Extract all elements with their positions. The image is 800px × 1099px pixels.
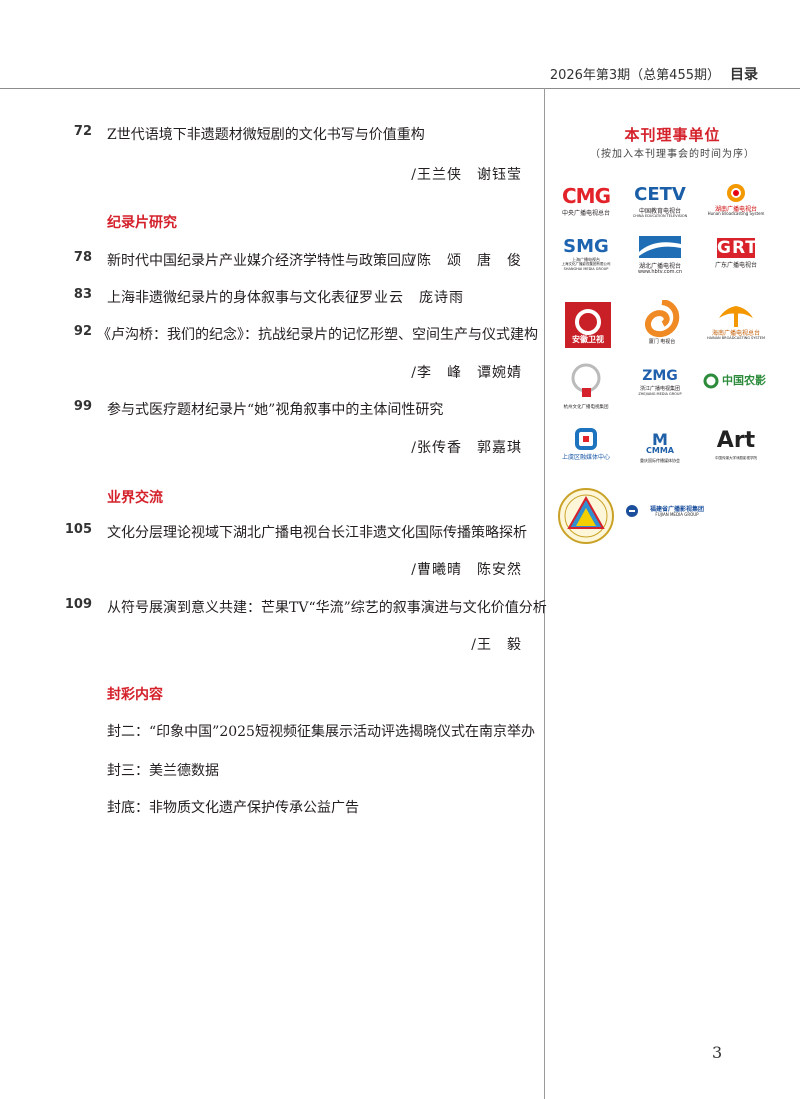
hubei-url: www.hbtv.com.cn: [637, 269, 683, 275]
swirl-icon: [645, 300, 680, 338]
fmg-icon: [626, 505, 638, 517]
entry-title: 上海非遗微纪录片的身体叙事与文化表征: [107, 290, 359, 306]
cmg-caption: 中央广播电视总台: [561, 210, 610, 217]
hunan-caption-en: Hunan Broadcasting System: [707, 211, 765, 216]
cetv-caption-en: CHINA EDUCATION TELEVISION: [632, 214, 688, 218]
entry-authors: /陈 颂 唐 俊: [411, 253, 522, 269]
entry-page: 83: [73, 287, 92, 302]
entry-title: 从符号展演到意义共建：芒果TV“华流”综艺的叙事演进与文化价值分析: [107, 600, 547, 616]
logo-smg: SMG 上海广播电视台 上海文化广播影视集团有限公司 SHANGHAI MEDI…: [555, 236, 617, 280]
toc-main: 72 Z世代语境下非遗题材微短剧的文化书写与价值重构 /王兰侠 谢钰莹 纪录片研…: [0, 0, 547, 1099]
cmma-caption: 重庆国际传播媒体协会: [640, 458, 680, 463]
shangyu-caption: 上虞区融媒体中心: [561, 454, 610, 461]
entry-title: 《卢沟桥：我们的纪念》：抗战纪录片的记忆形塑、空间生产与仪式建构: [97, 327, 538, 343]
entry-page: 72: [73, 124, 92, 139]
seal-emblem-icon: [558, 488, 614, 544]
entry-title: 新时代中国纪录片产业媒介经济学特性与政策回应: [107, 253, 415, 269]
logo-cetv: CETV 中国教育电视台 CHINA EDUCATION TELEVISION: [629, 184, 691, 228]
logo-xiamen: 厦门 电视台: [631, 300, 693, 348]
hangzhou-caption: 杭州文化广播电视集团: [563, 405, 609, 410]
entry-authors: /王 毅: [471, 637, 522, 653]
entry-authors: /张传香 郭嘉琪: [411, 440, 522, 456]
logo-cmg: CMG 中央广播电视总台: [555, 184, 617, 228]
header-text: 2026年第3期（总第455期） 目录: [550, 64, 758, 84]
entry-page: 78: [73, 250, 92, 265]
fmg-caption-en: FUJIAN MEDIA GROUP: [655, 512, 699, 517]
shangyu-icon: [575, 428, 597, 450]
logo-hangzhou: 杭州文化广播电视集团: [555, 360, 617, 416]
logo-shangyu: 上虞区融媒体中心: [555, 428, 617, 468]
cover-item-3: 封三：美兰德数据: [107, 763, 219, 779]
logo-anhui: 安徽卫视: [557, 302, 619, 348]
mango-icon: [727, 184, 745, 202]
art-caption: 中国传媒大学戏剧影视学院: [715, 456, 757, 460]
grt-caption: 广东广播电视台: [714, 262, 757, 269]
entry-page: 105: [64, 522, 92, 537]
logo-art: Art 中国传媒大学戏剧影视学院: [705, 428, 767, 472]
council-subtitle: （按加入本刊理事会的时间为序）: [590, 149, 755, 160]
logo-hunan: 湖南广播电视台 Hunan Broadcasting System: [705, 182, 767, 226]
palm-icon: [719, 306, 753, 327]
smg-mark: SMG: [563, 236, 609, 257]
anhui-caption: 安徽卫视: [572, 335, 604, 344]
logo-nongying: 中国农影: [703, 372, 771, 416]
entry-title: Z世代语境下非遗题材微短剧的文化书写与价值重构: [107, 127, 425, 143]
grt-mark: GRT: [717, 238, 758, 258]
logo-fmg: 福建省广播影视集团 FUJIAN MEDIA GROUP: [625, 502, 715, 546]
cover-item-2: 封二：“印象中国”2025短视频征集展示活动评选揭晓仪式在南京举办: [107, 724, 535, 740]
hangzhou-icon: [571, 363, 601, 397]
issue-label: 2026年第3期（总第455期）: [549, 68, 720, 83]
logo-cmma: M CMMA 重庆国际传播媒体协会: [629, 430, 691, 474]
cover-item-4: 封底：非物质文化遗产保护传承公益广告: [107, 800, 359, 816]
xiamen-caption: 厦门 电视台: [648, 339, 676, 345]
art-mark: Art: [716, 428, 756, 453]
hainan-caption-en: HAINAN BROADCASTING SYSTEM: [706, 336, 766, 340]
section-heading-cover: 封彩内容: [107, 687, 163, 703]
entry-page: 109: [64, 597, 92, 612]
entry-authors: /曹曦晴 陈安然: [411, 562, 522, 578]
section-label: 目录: [730, 67, 758, 83]
entry-page: 92: [73, 324, 92, 339]
logo-seal: [553, 486, 619, 546]
entry-authors: /罗业云 庞诗雨: [353, 290, 464, 306]
logo-zmg: ZMG 浙江广播电视集团 ZHEJIANG MEDIA GROUP: [629, 368, 691, 412]
logo-hainan: 海南广播电视总台 HAINAN BROADCASTING SYSTEM: [705, 302, 767, 348]
section-heading-documentary: 纪录片研究: [107, 215, 177, 231]
section-heading-industry: 业界交流: [107, 490, 163, 506]
zmg-caption: 浙江广播电视集团: [639, 386, 680, 392]
hubei-wave-icon: [639, 236, 681, 258]
cetv-mark: CETV: [634, 184, 686, 205]
logo-hubei: 湖北广播电视台 www.hbtv.com.cn: [629, 234, 691, 278]
cmma-mark: CMMA: [646, 446, 674, 455]
council-title: 本刊理事单位: [624, 126, 721, 144]
entry-authors: /李 峰 谭婉婧: [411, 365, 522, 381]
page-number: 3: [712, 1043, 723, 1062]
logo-grt: GRT 广东广播电视台: [705, 238, 767, 282]
zmg-caption-en: ZHEJIANG MEDIA GROUP: [638, 392, 682, 396]
nongying-mark: 中国农影: [722, 374, 766, 387]
council-panel: 本刊理事单位 （按加入本刊理事会的时间为序） CMG 中央广播电视总台 CETV…: [545, 88, 800, 1099]
entry-title: 文化分层理论视域下湖北广播电视台长江非遗文化国际传播策略探析: [107, 525, 527, 541]
entry-page: 99: [73, 399, 92, 414]
entry-title: 参与式医疗题材纪录片“她”视角叙事中的主体间性研究: [107, 402, 444, 418]
entry-authors: /王兰侠 谢钰莹: [411, 167, 522, 183]
zmg-mark: ZMG: [642, 368, 678, 384]
smg-caption-en: SHANGHAI MEDIA GROUP: [563, 267, 609, 271]
cmg-mark: CMG: [562, 184, 611, 208]
